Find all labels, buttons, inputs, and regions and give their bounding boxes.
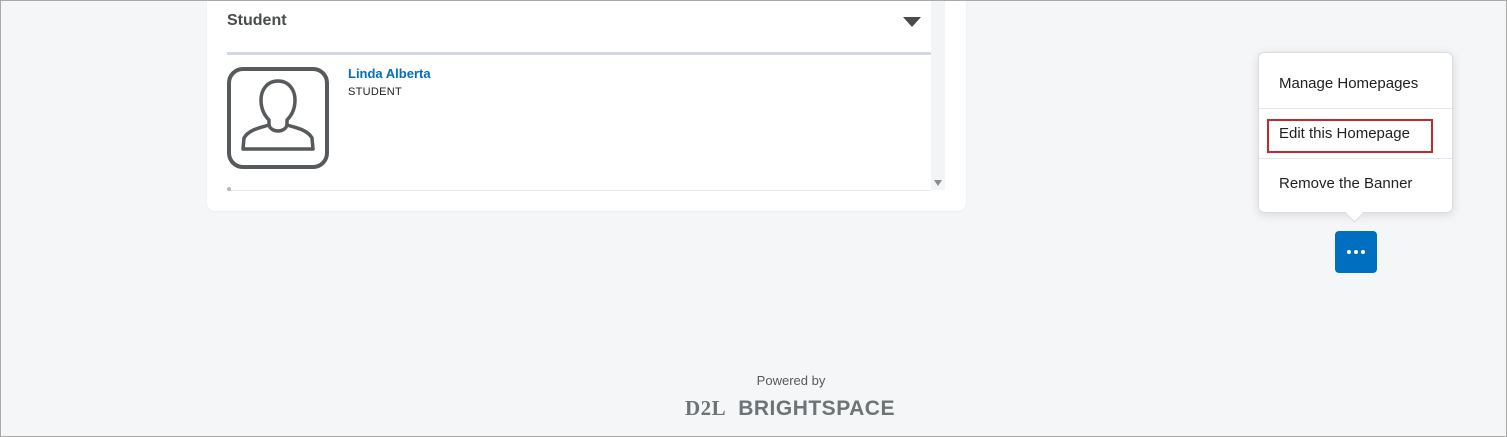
menu-item-remove-banner[interactable]: Remove the Banner (1259, 158, 1452, 207)
widget-title: Student (227, 12, 287, 29)
more-horizontal-icon (1347, 250, 1351, 254)
brightspace-logo-text: BRIGHTSPACE (738, 397, 895, 420)
menu-item-label: Edit this Homepage (1279, 125, 1410, 142)
powered-by-text: Powered by (756, 373, 826, 388)
avatar[interactable] (227, 67, 329, 169)
caret-down-icon (903, 17, 921, 27)
scrollbar[interactable] (931, 0, 945, 190)
more-dot (1354, 250, 1358, 254)
menu-item-manage-homepages[interactable]: Manage Homepages (1259, 59, 1452, 108)
user-silhouette-icon (227, 67, 329, 169)
collapse-widget-button[interactable] (901, 14, 923, 30)
menu-item-edit-homepage[interactable]: Edit this Homepage (1259, 108, 1452, 157)
d2l-logo-text: D2L (685, 396, 727, 420)
more-dot (1361, 250, 1365, 254)
student-widget: Student Linda Alberta STUDENT (207, 0, 966, 211)
more-options-button[interactable] (1335, 231, 1377, 273)
user-name-link[interactable]: Linda Alberta (348, 66, 431, 81)
user-list (227, 55, 931, 191)
scroll-down-arrow-icon[interactable] (934, 180, 942, 186)
scroll-indicator-dot (227, 187, 231, 191)
homepage-options-menu: Manage Homepages Edit this Homepage Remo… (1258, 52, 1453, 213)
brightspace-logo: D2L BRIGHTSPACE (685, 396, 895, 421)
user-role-label: STUDENT (348, 86, 403, 98)
